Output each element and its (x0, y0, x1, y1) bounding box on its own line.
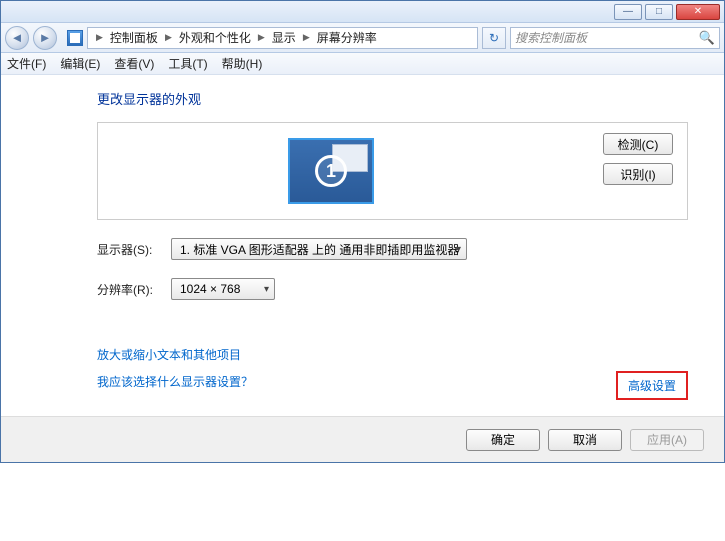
menu-file[interactable]: 文件(F) (7, 55, 46, 72)
monitor-number: 1 (315, 155, 347, 187)
menu-help[interactable]: 帮助(H) (222, 55, 263, 72)
chevron-right-icon: ▶ (161, 32, 176, 43)
text-size-link[interactable]: 放大或缩小文本和其他项目 (97, 346, 688, 363)
maximize-button[interactable]: □ (645, 4, 673, 20)
content-area: 更改显示器的外观 1 检测(C) 识别(I) 显示器(S): 1. 标准 VGA… (1, 75, 724, 416)
chevron-right-icon: ▶ (92, 32, 107, 43)
monitor-preview-panel: 1 检测(C) 识别(I) (97, 122, 688, 220)
breadcrumb-item[interactable]: 外观和个性化 (177, 29, 253, 46)
refresh-button[interactable]: ↻ (482, 27, 506, 49)
breadcrumb-item[interactable]: 显示 (270, 29, 298, 46)
page-title: 更改显示器的外观 (97, 89, 688, 108)
display-dropdown[interactable]: 1. 标准 VGA 图形适配器 上的 通用非即插即用监视器 (171, 238, 467, 260)
search-placeholder: 搜索控制面板 (515, 29, 587, 46)
ok-button[interactable]: 确定 (466, 429, 540, 451)
close-button[interactable]: ✕ (676, 4, 720, 20)
identify-button[interactable]: 识别(I) (603, 163, 673, 185)
dialog-footer: 确定 取消 应用(A) (1, 416, 724, 462)
advanced-settings-link[interactable]: 高级设置 (628, 379, 676, 393)
breadcrumb-item[interactable]: 控制面板 (108, 29, 160, 46)
resolution-dropdown[interactable]: 1024 × 768 (171, 278, 275, 300)
apply-button[interactable]: 应用(A) (630, 429, 704, 451)
control-panel-icon (67, 30, 83, 46)
resolution-dropdown-value: 1024 × 768 (180, 282, 240, 296)
resolution-label: 分辨率(R): (97, 281, 171, 298)
window-frame: — □ ✕ ◄ ► ▶ 控制面板 ▶ 外观和个性化 ▶ 显示 ▶ 屏幕分辨率 ↻… (0, 0, 725, 463)
breadcrumb[interactable]: ▶ 控制面板 ▶ 外观和个性化 ▶ 显示 ▶ 屏幕分辨率 (87, 27, 478, 49)
which-display-link[interactable]: 我应该选择什么显示器设置？ (97, 373, 688, 390)
chevron-right-icon: ▶ (254, 32, 269, 43)
titlebar: — □ ✕ (1, 1, 724, 23)
monitor-thumbnail[interactable]: 1 (288, 138, 374, 204)
advanced-settings-highlight: 高级设置 (616, 371, 688, 400)
menubar: 文件(F) 编辑(E) 查看(V) 工具(T) 帮助(H) (1, 53, 724, 75)
breadcrumb-item[interactable]: 屏幕分辨率 (315, 29, 379, 46)
menu-view[interactable]: 查看(V) (114, 55, 154, 72)
minimize-button[interactable]: — (614, 4, 642, 20)
display-label: 显示器(S): (97, 241, 171, 258)
display-dropdown-value: 1. 标准 VGA 图形适配器 上的 通用非即插即用监视器 (180, 241, 459, 258)
detect-button[interactable]: 检测(C) (603, 133, 673, 155)
navbar: ◄ ► ▶ 控制面板 ▶ 外观和个性化 ▶ 显示 ▶ 屏幕分辨率 ↻ 搜索控制面… (1, 23, 724, 53)
menu-edit[interactable]: 编辑(E) (60, 55, 100, 72)
search-input[interactable]: 搜索控制面板 🔍 (510, 27, 720, 49)
chevron-right-icon: ▶ (299, 32, 314, 43)
back-button[interactable]: ◄ (5, 26, 29, 50)
cancel-button[interactable]: 取消 (548, 429, 622, 451)
menu-tools[interactable]: 工具(T) (168, 55, 207, 72)
search-icon: 🔍 (699, 30, 715, 46)
forward-button[interactable]: ► (33, 26, 57, 50)
